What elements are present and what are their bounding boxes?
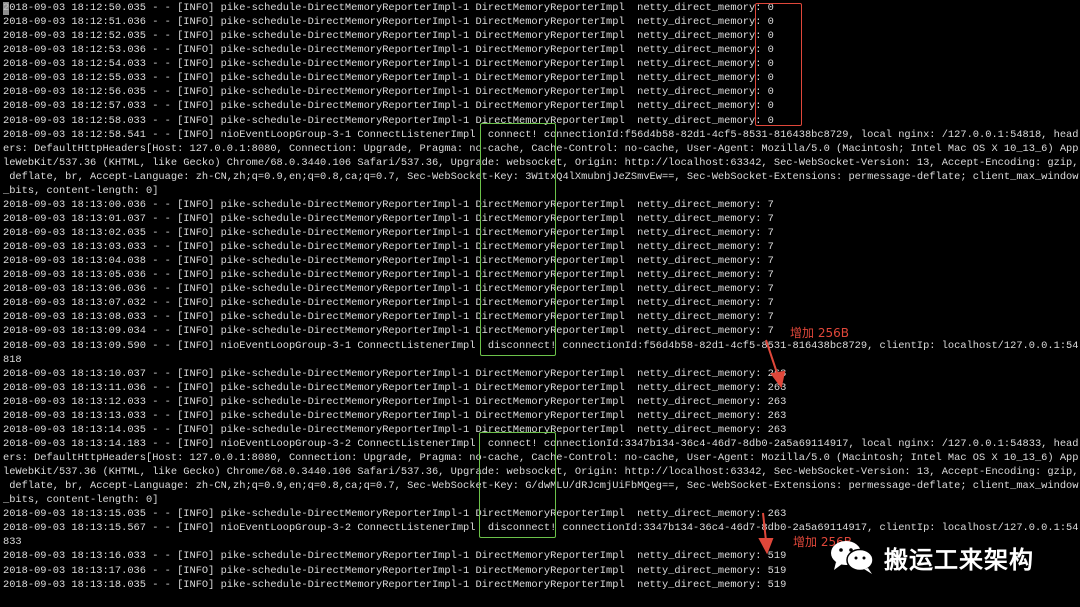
annotation-arrows <box>758 339 786 555</box>
wechat-icon <box>831 541 874 574</box>
arrow-icon <box>758 512 774 555</box>
watermark-text: 搬运工来架构 <box>884 545 1034 574</box>
arrow-icon <box>765 339 786 389</box>
watermark: 搬运工来架构 <box>828 538 1034 576</box>
annotation-increase-1: 增加 256B <box>790 326 849 340</box>
